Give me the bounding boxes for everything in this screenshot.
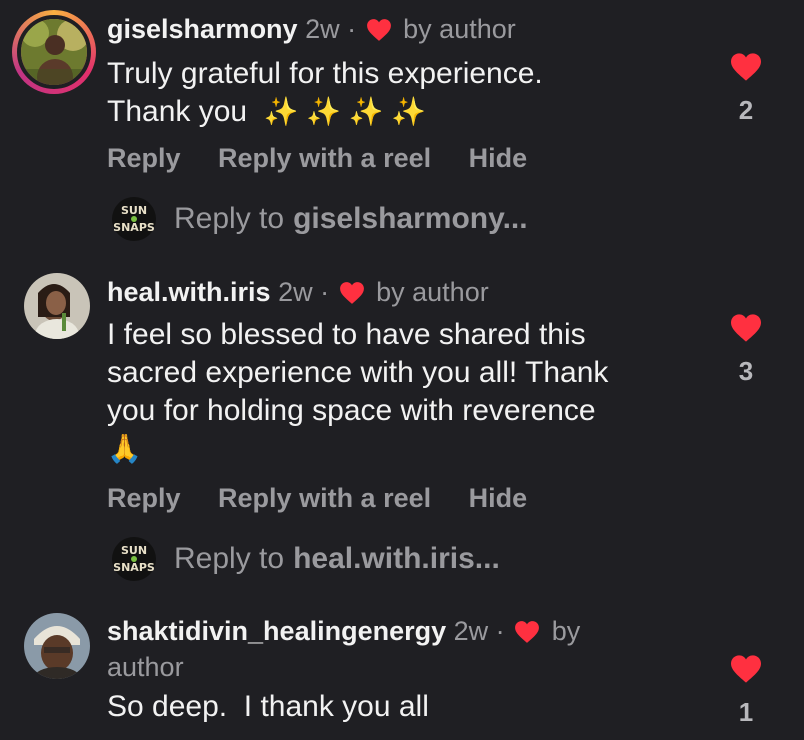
comments-thread: giselsharmony 2w · by author Truly grate…: [0, 0, 804, 740]
like-column: 3: [722, 313, 770, 387]
timestamp: 2w: [453, 616, 489, 646]
comment-actions: Reply Reply with a reel Hide: [107, 143, 557, 174]
praying-hands-emoji: 🙏: [107, 433, 142, 464]
like-column: 1: [722, 654, 770, 728]
reply-prompt-user: heal.with.iris...: [293, 542, 500, 575]
reply-prompt-user: giselsharmony...: [293, 202, 528, 235]
like-column: 2: [722, 52, 770, 126]
timestamp: 2w: [305, 14, 340, 44]
heart-icon: [339, 280, 365, 312]
comment-header: giselsharmony 2w · by author: [107, 13, 516, 49]
reply-button[interactable]: Reply: [107, 143, 181, 173]
comment-text-line: you for holding space with reverence: [107, 394, 596, 427]
badge-text: SUN: [120, 204, 148, 217]
hide-button[interactable]: Hide: [469, 483, 528, 513]
badge-text: SNAPS: [113, 221, 155, 234]
comment-text-line: Thank you ✨ ✨ ✨ ✨: [107, 93, 543, 131]
reply-with-reel-button[interactable]: Reply with a reel: [218, 143, 431, 173]
heart-icon: [366, 17, 392, 49]
comment-text-line: So deep. I thank you all: [107, 690, 429, 723]
avatar: SUN SNAPS: [112, 197, 156, 241]
liked-by-author-label: by author: [376, 277, 489, 307]
heart-icon[interactable]: [722, 654, 770, 689]
avatar: SUN SNAPS: [112, 537, 156, 581]
heart-icon[interactable]: [722, 313, 770, 348]
comment-text-line: Truly grateful for this experience.: [107, 57, 543, 90]
reply-prompt-prefix: Reply to: [174, 542, 285, 575]
comment-actions: Reply Reply with a reel Hide: [107, 483, 557, 514]
liked-by-author-label: author: [107, 652, 184, 682]
avatar[interactable]: [24, 273, 90, 339]
avatar[interactable]: [24, 613, 90, 679]
comment-header: shaktidivin_healingenergy 2w · by author: [107, 615, 580, 683]
separator: ·: [320, 277, 330, 307]
separator: ·: [347, 14, 357, 44]
avatar[interactable]: [12, 10, 96, 94]
like-count: 2: [738, 95, 754, 125]
comment-text-line: I feel so blessed to have shared this: [107, 318, 586, 351]
username[interactable]: shaktidivin_healingenergy: [107, 616, 446, 646]
reply-button[interactable]: Reply: [107, 483, 181, 513]
liked-by-author-label: by: [551, 616, 581, 646]
comment-text: So deep. I thank you all: [107, 688, 429, 726]
username[interactable]: giselsharmony: [107, 14, 298, 44]
heart-icon[interactable]: [722, 52, 770, 87]
reply-input[interactable]: SUN SNAPS Reply to heal.with.iris...: [112, 537, 500, 581]
sparkles-emoji: ✨ ✨ ✨ ✨: [263, 96, 427, 127]
comment-text-line: sacred experience with you all! Thank: [107, 356, 609, 389]
comment-text-fragment: Thank you: [107, 95, 248, 128]
comment-text: Truly grateful for this experience. Than…: [107, 55, 543, 131]
heart-icon: [514, 619, 540, 651]
reply-prompt-prefix: Reply to: [174, 202, 285, 235]
username[interactable]: heal.with.iris: [107, 277, 271, 307]
like-count: 3: [738, 356, 754, 386]
reply-input[interactable]: SUN SNAPS Reply to giselsharmony...: [112, 197, 528, 241]
like-count: 1: [738, 697, 754, 727]
badge-text: SUN: [120, 544, 148, 557]
reply-with-reel-button[interactable]: Reply with a reel: [218, 483, 431, 513]
comment-text: I feel so blessed to have shared this sa…: [107, 316, 608, 468]
comment-header: heal.with.iris 2w · by author: [107, 276, 489, 312]
separator: ·: [495, 616, 505, 646]
liked-by-author-label: by author: [403, 14, 516, 44]
hide-button[interactable]: Hide: [469, 143, 528, 173]
badge-text: SNAPS: [113, 561, 155, 574]
timestamp: 2w: [278, 277, 313, 307]
